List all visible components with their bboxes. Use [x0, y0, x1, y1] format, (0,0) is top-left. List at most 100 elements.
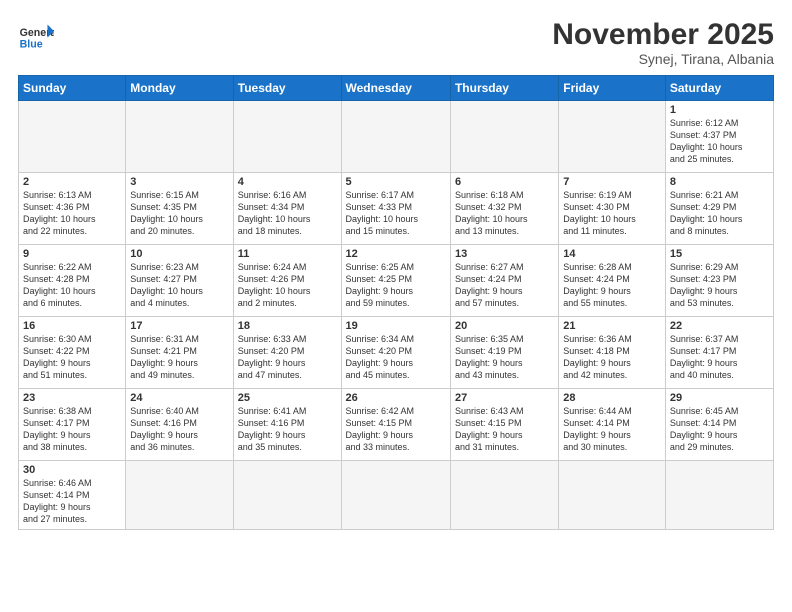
page: General Blue November 2025 Synej, Tirana… — [0, 0, 792, 612]
day-number: 12 — [346, 248, 446, 260]
day-number: 9 — [23, 248, 121, 260]
calendar-cell: 27Sunrise: 6:43 AM Sunset: 4:15 PM Dayli… — [450, 389, 558, 461]
calendar-week-row: 30Sunrise: 6:46 AM Sunset: 4:14 PM Dayli… — [19, 461, 774, 530]
calendar-week-row: 9Sunrise: 6:22 AM Sunset: 4:28 PM Daylig… — [19, 245, 774, 317]
calendar-cell — [19, 101, 126, 173]
calendar-cell: 24Sunrise: 6:40 AM Sunset: 4:16 PM Dayli… — [126, 389, 233, 461]
day-number: 5 — [346, 176, 446, 188]
day-number: 20 — [455, 320, 554, 332]
calendar-cell — [559, 461, 666, 530]
day-info: Sunrise: 6:24 AM Sunset: 4:26 PM Dayligh… — [238, 261, 337, 310]
calendar-cell — [126, 101, 233, 173]
day-number: 8 — [670, 176, 769, 188]
calendar-cell: 21Sunrise: 6:36 AM Sunset: 4:18 PM Dayli… — [559, 317, 666, 389]
weekday-header: Monday — [126, 76, 233, 101]
calendar-cell: 14Sunrise: 6:28 AM Sunset: 4:24 PM Dayli… — [559, 245, 666, 317]
day-info: Sunrise: 6:43 AM Sunset: 4:15 PM Dayligh… — [455, 405, 554, 454]
weekday-header: Tuesday — [233, 76, 341, 101]
day-number: 3 — [130, 176, 228, 188]
calendar-cell: 29Sunrise: 6:45 AM Sunset: 4:14 PM Dayli… — [665, 389, 773, 461]
day-info: Sunrise: 6:29 AM Sunset: 4:23 PM Dayligh… — [670, 261, 769, 310]
day-info: Sunrise: 6:45 AM Sunset: 4:14 PM Dayligh… — [670, 405, 769, 454]
day-number: 14 — [563, 248, 661, 260]
day-number: 17 — [130, 320, 228, 332]
calendar-cell: 23Sunrise: 6:38 AM Sunset: 4:17 PM Dayli… — [19, 389, 126, 461]
day-info: Sunrise: 6:41 AM Sunset: 4:16 PM Dayligh… — [238, 405, 337, 454]
calendar-cell: 15Sunrise: 6:29 AM Sunset: 4:23 PM Dayli… — [665, 245, 773, 317]
calendar-cell — [450, 101, 558, 173]
calendar-cell: 25Sunrise: 6:41 AM Sunset: 4:16 PM Dayli… — [233, 389, 341, 461]
day-info: Sunrise: 6:42 AM Sunset: 4:15 PM Dayligh… — [346, 405, 446, 454]
day-number: 1 — [670, 104, 769, 116]
weekday-header: Sunday — [19, 76, 126, 101]
calendar-cell: 6Sunrise: 6:18 AM Sunset: 4:32 PM Daylig… — [450, 173, 558, 245]
day-number: 19 — [346, 320, 446, 332]
calendar-cell — [341, 101, 450, 173]
day-info: Sunrise: 6:28 AM Sunset: 4:24 PM Dayligh… — [563, 261, 661, 310]
calendar-cell — [126, 461, 233, 530]
calendar-cell: 30Sunrise: 6:46 AM Sunset: 4:14 PM Dayli… — [19, 461, 126, 530]
day-number: 27 — [455, 392, 554, 404]
weekday-header: Saturday — [665, 76, 773, 101]
calendar-cell: 5Sunrise: 6:17 AM Sunset: 4:33 PM Daylig… — [341, 173, 450, 245]
calendar-cell — [341, 461, 450, 530]
weekday-header: Wednesday — [341, 76, 450, 101]
calendar-cell: 10Sunrise: 6:23 AM Sunset: 4:27 PM Dayli… — [126, 245, 233, 317]
calendar-cell: 4Sunrise: 6:16 AM Sunset: 4:34 PM Daylig… — [233, 173, 341, 245]
day-number: 29 — [670, 392, 769, 404]
day-info: Sunrise: 6:33 AM Sunset: 4:20 PM Dayligh… — [238, 333, 337, 382]
day-number: 24 — [130, 392, 228, 404]
day-info: Sunrise: 6:12 AM Sunset: 4:37 PM Dayligh… — [670, 117, 769, 166]
day-info: Sunrise: 6:27 AM Sunset: 4:24 PM Dayligh… — [455, 261, 554, 310]
day-number: 26 — [346, 392, 446, 404]
title-area: November 2025 Synej, Tirana, Albania — [552, 18, 774, 67]
day-info: Sunrise: 6:38 AM Sunset: 4:17 PM Dayligh… — [23, 405, 121, 454]
logo-icon: General Blue — [18, 18, 54, 54]
day-number: 21 — [563, 320, 661, 332]
calendar-cell: 26Sunrise: 6:42 AM Sunset: 4:15 PM Dayli… — [341, 389, 450, 461]
day-number: 10 — [130, 248, 228, 260]
day-number: 4 — [238, 176, 337, 188]
weekday-header-row: SundayMondayTuesdayWednesdayThursdayFrid… — [19, 76, 774, 101]
day-info: Sunrise: 6:44 AM Sunset: 4:14 PM Dayligh… — [563, 405, 661, 454]
location: Synej, Tirana, Albania — [552, 51, 774, 67]
day-number: 25 — [238, 392, 337, 404]
calendar-cell: 11Sunrise: 6:24 AM Sunset: 4:26 PM Dayli… — [233, 245, 341, 317]
day-number: 30 — [23, 464, 121, 476]
day-info: Sunrise: 6:36 AM Sunset: 4:18 PM Dayligh… — [563, 333, 661, 382]
weekday-header: Friday — [559, 76, 666, 101]
calendar-cell: 17Sunrise: 6:31 AM Sunset: 4:21 PM Dayli… — [126, 317, 233, 389]
day-info: Sunrise: 6:19 AM Sunset: 4:30 PM Dayligh… — [563, 189, 661, 238]
calendar-cell: 20Sunrise: 6:35 AM Sunset: 4:19 PM Dayli… — [450, 317, 558, 389]
day-number: 11 — [238, 248, 337, 260]
day-info: Sunrise: 6:30 AM Sunset: 4:22 PM Dayligh… — [23, 333, 121, 382]
day-info: Sunrise: 6:37 AM Sunset: 4:17 PM Dayligh… — [670, 333, 769, 382]
calendar-week-row: 23Sunrise: 6:38 AM Sunset: 4:17 PM Dayli… — [19, 389, 774, 461]
calendar-cell: 9Sunrise: 6:22 AM Sunset: 4:28 PM Daylig… — [19, 245, 126, 317]
calendar-week-row: 1Sunrise: 6:12 AM Sunset: 4:37 PM Daylig… — [19, 101, 774, 173]
calendar-cell: 18Sunrise: 6:33 AM Sunset: 4:20 PM Dayli… — [233, 317, 341, 389]
calendar-week-row: 16Sunrise: 6:30 AM Sunset: 4:22 PM Dayli… — [19, 317, 774, 389]
day-info: Sunrise: 6:31 AM Sunset: 4:21 PM Dayligh… — [130, 333, 228, 382]
day-number: 22 — [670, 320, 769, 332]
calendar-cell: 3Sunrise: 6:15 AM Sunset: 4:35 PM Daylig… — [126, 173, 233, 245]
day-number: 7 — [563, 176, 661, 188]
day-info: Sunrise: 6:17 AM Sunset: 4:33 PM Dayligh… — [346, 189, 446, 238]
day-info: Sunrise: 6:21 AM Sunset: 4:29 PM Dayligh… — [670, 189, 769, 238]
svg-text:Blue: Blue — [20, 38, 43, 50]
calendar-cell: 19Sunrise: 6:34 AM Sunset: 4:20 PM Dayli… — [341, 317, 450, 389]
weekday-header: Thursday — [450, 76, 558, 101]
day-number: 6 — [455, 176, 554, 188]
calendar-cell: 13Sunrise: 6:27 AM Sunset: 4:24 PM Dayli… — [450, 245, 558, 317]
day-number: 28 — [563, 392, 661, 404]
day-number: 16 — [23, 320, 121, 332]
day-info: Sunrise: 6:23 AM Sunset: 4:27 PM Dayligh… — [130, 261, 228, 310]
day-number: 2 — [23, 176, 121, 188]
day-info: Sunrise: 6:34 AM Sunset: 4:20 PM Dayligh… — [346, 333, 446, 382]
day-number: 23 — [23, 392, 121, 404]
calendar-cell — [559, 101, 666, 173]
day-info: Sunrise: 6:22 AM Sunset: 4:28 PM Dayligh… — [23, 261, 121, 310]
calendar-week-row: 2Sunrise: 6:13 AM Sunset: 4:36 PM Daylig… — [19, 173, 774, 245]
header: General Blue November 2025 Synej, Tirana… — [18, 18, 774, 67]
calendar-cell: 12Sunrise: 6:25 AM Sunset: 4:25 PM Dayli… — [341, 245, 450, 317]
